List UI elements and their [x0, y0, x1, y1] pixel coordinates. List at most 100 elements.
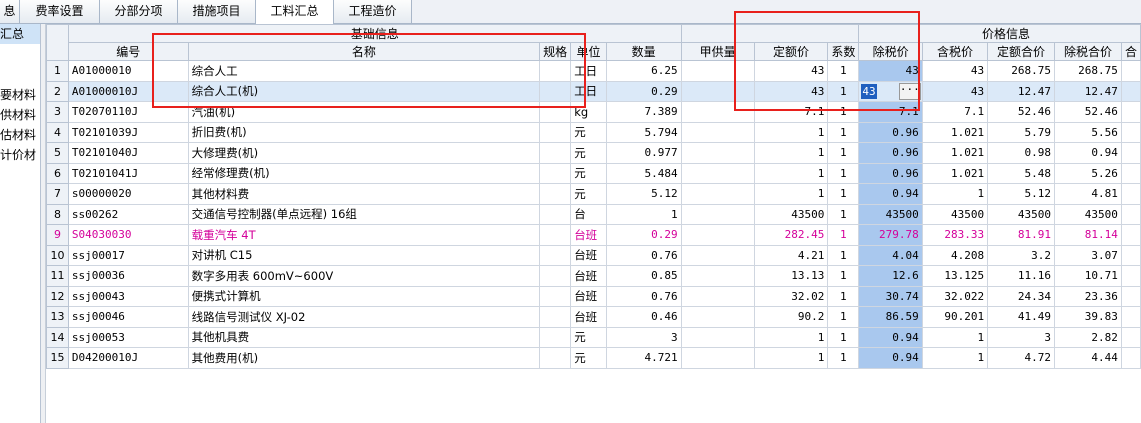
cell-tax-excl-total[interactable]: 12.47: [1054, 80, 1122, 102]
cell-coefficient[interactable]: 1: [827, 326, 860, 348]
tab-measure-items[interactable]: 措施项目: [178, 0, 256, 23]
cell-tax-incl-price[interactable]: 43500: [921, 203, 989, 225]
tab-project-cost[interactable]: 工程造价: [334, 0, 412, 23]
cell-quota-price[interactable]: 90.2: [753, 306, 829, 328]
cell-tax-incl-price[interactable]: 283.33: [921, 224, 989, 246]
cell-spec[interactable]: [539, 326, 572, 348]
cell-quota-price[interactable]: 4.21: [753, 244, 829, 266]
col-header-coefficient[interactable]: 系数: [827, 42, 860, 61]
cell-quota-total[interactable]: 0.98: [987, 142, 1055, 164]
row-number[interactable]: 1: [46, 60, 69, 82]
cell-quantity[interactable]: 0.46: [605, 306, 682, 328]
col-header-more[interactable]: 合: [1120, 42, 1141, 61]
cell-quota-total[interactable]: 5.12: [987, 183, 1055, 205]
cell-quantity[interactable]: 5.794: [605, 121, 682, 143]
cell-coefficient[interactable]: 1: [827, 60, 860, 82]
cell-tax-excl-price[interactable]: 12.6: [858, 265, 923, 287]
cell-spec[interactable]: [539, 60, 572, 82]
cell-quota-price[interactable]: 1: [753, 347, 829, 369]
cell-coefficient[interactable]: 1: [827, 265, 860, 287]
sidebar-item-summary[interactable]: 汇总: [0, 24, 40, 44]
cell-owner-supplied[interactable]: [680, 142, 755, 164]
cell-quantity[interactable]: 0.29: [605, 80, 682, 102]
row-number[interactable]: 6: [46, 162, 69, 184]
row-number[interactable]: 8: [46, 203, 69, 225]
cell-coefficient[interactable]: 1: [827, 224, 860, 246]
cell-coefficient[interactable]: 1: [827, 101, 860, 123]
cell-tax-excl-total[interactable]: 268.75: [1054, 60, 1122, 82]
cell-owner-supplied[interactable]: [680, 326, 755, 348]
cell-tax-excl-total[interactable]: 43500: [1054, 203, 1122, 225]
cell-code[interactable]: ssj00017: [67, 244, 189, 266]
cell-code[interactable]: A01000010: [67, 60, 189, 82]
cell-coefficient[interactable]: 1: [827, 121, 860, 143]
cell-spec[interactable]: [539, 244, 572, 266]
cell-tax-excl-price[interactable]: 43: [858, 60, 923, 82]
cell-quota-price[interactable]: 1: [753, 121, 829, 143]
cell-unit[interactable]: 元: [570, 142, 607, 164]
row-number[interactable]: 13: [46, 306, 69, 328]
cell-coefficient[interactable]: 1: [827, 203, 860, 225]
cell-spec[interactable]: [539, 162, 572, 184]
cell-tax-excl-total[interactable]: 81.14: [1054, 224, 1122, 246]
tab-sub-items[interactable]: 分部分项: [100, 0, 178, 23]
cell-code[interactable]: T02101039J: [67, 121, 189, 143]
tab-fee-rate-settings[interactable]: 费率设置: [20, 0, 100, 23]
cell-quantity[interactable]: 0.76: [605, 285, 682, 307]
cell-tax-excl-price[interactable]: 0.94: [858, 326, 923, 348]
cell-tax-excl-total[interactable]: 39.83: [1054, 306, 1122, 328]
cell-code[interactable]: ssj00036: [67, 265, 189, 287]
cell-tax-incl-price[interactable]: 1: [921, 183, 989, 205]
cell-tax-excl-price[interactable]: 0.96: [858, 121, 923, 143]
cell-spec[interactable]: [539, 101, 572, 123]
cell-tax-excl-price[interactable]: 4.04: [858, 244, 923, 266]
cell-tax-incl-price[interactable]: 43: [921, 80, 989, 102]
cell-owner-supplied[interactable]: [680, 203, 755, 225]
cell-name[interactable]: 其他机具费: [187, 326, 541, 348]
cell-quota-total[interactable]: 11.16: [987, 265, 1055, 287]
cell-unit[interactable]: 台班: [570, 265, 607, 287]
cell-tax-incl-price[interactable]: 1.021: [921, 142, 989, 164]
cell-tax-excl-total[interactable]: 52.46: [1054, 101, 1122, 123]
cell-name[interactable]: 经常修理费(机): [187, 162, 541, 184]
col-header-quota-total[interactable]: 定额合价: [987, 42, 1055, 61]
row-number[interactable]: 10: [46, 244, 69, 266]
tab-info[interactable]: 息: [0, 0, 20, 23]
cell-tax-incl-price[interactable]: 13.125: [921, 265, 989, 287]
cell-owner-supplied[interactable]: [680, 80, 755, 102]
cell-quota-total[interactable]: 41.49: [987, 306, 1055, 328]
cell-code[interactable]: ssj00053: [67, 326, 189, 348]
table-row[interactable]: 8 ss00262 交通信号控制器(单点远程) 16组台 1 43500 1 43500 43…: [46, 203, 1141, 225]
cell-owner-supplied[interactable]: [680, 162, 755, 184]
cell-quantity[interactable]: 0.76: [605, 244, 682, 266]
row-number[interactable]: 7: [46, 183, 69, 205]
cell-name[interactable]: 线路信号测试仪 XJ-02: [187, 306, 541, 328]
cell-tax-excl-price[interactable]: 0.96: [858, 142, 923, 164]
cell-quota-total[interactable]: 5.48: [987, 162, 1055, 184]
cell-tax-excl-total[interactable]: 0.94: [1054, 142, 1122, 164]
cell-owner-supplied[interactable]: [680, 244, 755, 266]
cell-spec[interactable]: [539, 265, 572, 287]
cell-quota-price[interactable]: 1: [753, 326, 829, 348]
col-header-tax-excl-price[interactable]: 除税价: [858, 42, 923, 61]
row-number[interactable]: 15: [46, 347, 69, 369]
table-row[interactable]: 4 T02101039J 折旧费(机) 元 5.794 1 1 0.96 1.021 5.79 5.…: [46, 121, 1141, 143]
cell-coefficient[interactable]: 1: [827, 244, 860, 266]
cell-quantity[interactable]: 5.484: [605, 162, 682, 184]
cell-quantity[interactable]: 3: [605, 326, 682, 348]
sidebar-item-estimated-materials[interactable]: 估材料: [0, 125, 40, 145]
cell-quota-price[interactable]: 43: [753, 80, 829, 102]
cell-owner-supplied[interactable]: [680, 265, 755, 287]
col-header-unit[interactable]: 单位: [570, 42, 607, 61]
cell-tax-incl-price[interactable]: 4.208: [921, 244, 989, 266]
cell-coefficient[interactable]: 1: [827, 162, 860, 184]
row-number[interactable]: 2: [46, 80, 69, 102]
cell-quantity[interactable]: 5.12: [605, 183, 682, 205]
sidebar-item-priced-materials[interactable]: 计价材: [0, 145, 40, 165]
cell-quota-price[interactable]: 282.45: [753, 224, 829, 246]
cell-unit[interactable]: 工日: [570, 80, 607, 102]
cell-coefficient[interactable]: 1: [827, 142, 860, 164]
cell-owner-supplied[interactable]: [680, 121, 755, 143]
cell-owner-supplied[interactable]: [680, 306, 755, 328]
cell-coefficient[interactable]: 1: [827, 306, 860, 328]
